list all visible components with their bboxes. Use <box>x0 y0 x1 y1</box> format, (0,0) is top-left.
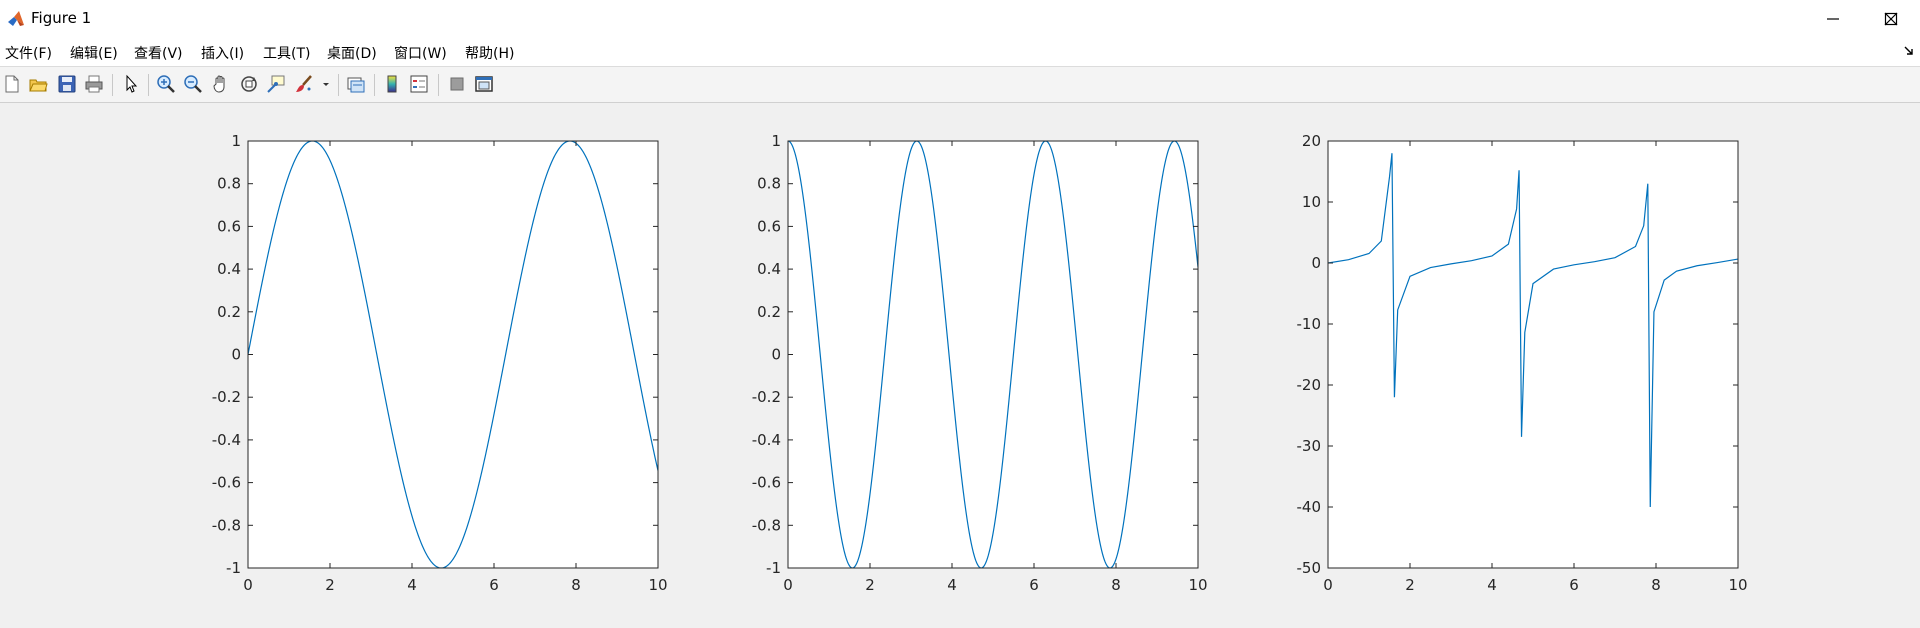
window-title: Figure 1 <box>31 9 92 27</box>
y-tick-label: -0.8 <box>212 516 241 534</box>
menu-window[interactable]: 窗口(W) <box>394 43 447 63</box>
axes-background <box>248 141 658 568</box>
new-figure-icon[interactable] <box>2 74 22 94</box>
y-tick-label: 0 <box>231 346 241 364</box>
y-tick-label: 20 <box>1302 132 1321 150</box>
zoom-in-icon[interactable] <box>156 74 176 94</box>
y-tick-label: -0.8 <box>752 516 781 534</box>
y-tick-label: -10 <box>1297 315 1322 333</box>
y-tick-label: -0.4 <box>212 431 241 449</box>
x-tick-label: 0 <box>783 576 793 594</box>
axes-3[interactable]: 0 2 4 6 8 10 -50 -40 -30 -20 -10 0 10 20 <box>1297 132 1748 594</box>
matlab-logo-icon <box>6 9 26 29</box>
data-cursor-icon[interactable] <box>266 74 286 94</box>
dock-arrow-icon[interactable] <box>1904 45 1914 59</box>
toolbar-separator <box>112 74 113 96</box>
x-tick-label: 10 <box>1728 576 1747 594</box>
y-tick-label: 0.4 <box>217 260 241 278</box>
x-tick-label: 10 <box>648 576 667 594</box>
y-tick-label: -30 <box>1297 437 1322 455</box>
y-tick-label: -0.2 <box>212 388 241 406</box>
y-tick-label: 1 <box>771 132 781 150</box>
y-tick-label: 10 <box>1302 193 1321 211</box>
menu-file[interactable]: 文件(F) <box>5 43 52 63</box>
y-tick-label: 0 <box>771 346 781 364</box>
y-tick-label: 0.6 <box>217 217 241 235</box>
toolbar-separator <box>338 74 339 96</box>
y-tick-label: -1 <box>766 559 781 577</box>
x-tick-label: 0 <box>1323 576 1333 594</box>
x-tick-label: 4 <box>947 576 957 594</box>
y-tick-label: -40 <box>1297 498 1322 516</box>
zoom-out-icon[interactable] <box>183 74 203 94</box>
save-icon[interactable] <box>57 74 77 94</box>
y-tick-label: 0.4 <box>757 260 781 278</box>
minimize-button[interactable] <box>1804 0 1862 38</box>
plots-svg: 0 2 4 6 8 10-1-0.8-0.6-0.4-0.200.20.40.60.810… <box>212 132 1748 594</box>
x-tick-label: 10 <box>1188 576 1207 594</box>
y-tick-label: -0.2 <box>752 388 781 406</box>
toolbar-separator <box>438 74 439 96</box>
x-tick-label: 8 <box>1111 576 1121 594</box>
y-tick-label: 0.8 <box>757 175 781 193</box>
menu-bar: 文件(F) 编辑(E) 查看(V) 插入(I) 工具(T) 桌面(D) 窗口(W… <box>0 38 1920 66</box>
x-tick-label: 6 <box>1569 576 1579 594</box>
menu-desktop[interactable]: 桌面(D) <box>327 43 377 63</box>
figure-toolbar <box>0 66 1920 103</box>
menu-help[interactable]: 帮助(H) <box>465 43 514 63</box>
axes-2[interactable]: 0 2 4 6 8 10 -1 -0.8 -0.6 -0.4 -0.2 0 0.2 0.4 0.6 0.8 1 <box>752 132 1208 594</box>
x-tick-label: 6 <box>1029 576 1039 594</box>
print-icon[interactable] <box>84 74 104 94</box>
x-tick-label: 8 <box>1651 576 1661 594</box>
menu-insert[interactable]: 插入(I) <box>201 43 244 63</box>
y-tick-label: -1 <box>226 559 241 577</box>
y-tick-label: -20 <box>1297 376 1322 394</box>
y-tick-label: 0.6 <box>757 217 781 235</box>
link-plot-icon[interactable] <box>346 74 366 94</box>
y-tick-label: 1 <box>231 132 241 150</box>
x-tick-label: 2 <box>325 576 335 594</box>
y-tick-label: -0.4 <box>752 431 781 449</box>
open-file-icon[interactable] <box>28 74 48 94</box>
menu-view[interactable]: 查看(V) <box>134 43 183 63</box>
y-tick-label: 0 <box>1311 254 1321 272</box>
x-tick-label: 2 <box>865 576 875 594</box>
toolbar-separator <box>148 74 149 96</box>
axes-background <box>788 141 1198 568</box>
hide-plot-tools-icon[interactable] <box>447 74 467 94</box>
menu-edit[interactable]: 编辑(E) <box>70 43 118 63</box>
x-tick-label: 0 <box>243 576 253 594</box>
x-tick-label: 4 <box>1487 576 1497 594</box>
y-tick-label: 0.8 <box>217 175 241 193</box>
x-tick-label: 6 <box>489 576 499 594</box>
show-plot-tools-icon[interactable] <box>474 74 494 94</box>
menu-tools[interactable]: 工具(T) <box>263 43 310 63</box>
x-tick-label: 4 <box>407 576 417 594</box>
y-tick-label: -0.6 <box>212 474 241 492</box>
pointer-icon[interactable] <box>121 74 141 94</box>
insert-colorbar-icon[interactable] <box>382 74 402 94</box>
axes-background <box>1328 141 1738 568</box>
x-tick-label: 8 <box>571 576 581 594</box>
title-bar: Figure 1 <box>0 0 1920 38</box>
figure-canvas: 0 2 4 6 8 10 -1 -0.8 -0.6 -0.4 -0.2 0 0.2 0.4 0.6 0.8 1 0… <box>0 102 1920 628</box>
insert-legend-icon[interactable] <box>409 74 429 94</box>
axes-1[interactable]: 0 2 4 6 8 10 -1 -0.8 -0.6 -0.4 -0.2 0 0.2 0.4 0.6 0.8 1 <box>212 132 668 594</box>
y-tick-label: 0.2 <box>217 303 241 321</box>
toolbar-separator <box>374 74 375 96</box>
y-tick-label: -50 <box>1297 559 1322 577</box>
x-tick-label: 2 <box>1405 576 1415 594</box>
brush-icon[interactable] <box>294 74 314 94</box>
y-tick-label: -0.6 <box>752 474 781 492</box>
brush-dropdown-icon[interactable] <box>322 74 330 94</box>
rotate-3d-icon[interactable] <box>239 74 259 94</box>
y-tick-label: 0.2 <box>757 303 781 321</box>
pan-hand-icon[interactable] <box>211 74 231 94</box>
close-button[interactable] <box>1862 0 1920 38</box>
